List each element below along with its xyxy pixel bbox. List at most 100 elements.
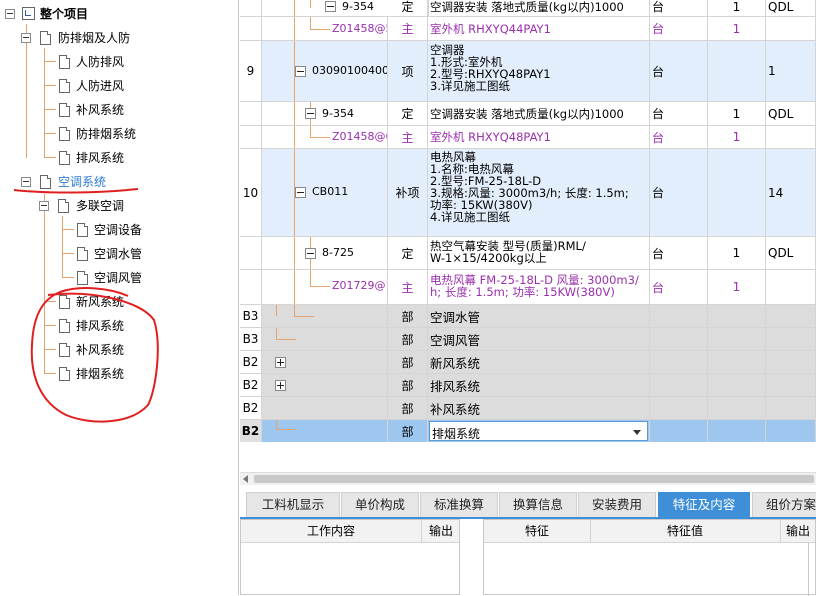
tab-features-content[interactable]: 特征及内容 [658,492,750,517]
tab-labor-material[interactable]: 工料机显示 [246,492,340,517]
code-cell[interactable]: Z01458@6 [262,126,388,148]
quantity-cell[interactable] [708,397,766,419]
code-cell[interactable] [262,305,388,327]
description-cell[interactable]: 新风系统 [428,351,650,373]
description-cell[interactable]: 电热风幕 FM-25-18L-D 风量: 3000m3/ h; 长度: 1.5m… [428,270,650,304]
quantity-cell[interactable]: 1 [708,0,766,16]
horizontal-scrollbar[interactable] [240,472,816,485]
quantity-cell[interactable]: 1 [708,237,766,269]
table-row[interactable]: B2 部 新风系统 [240,351,816,374]
row-number [240,102,262,125]
tab-standard-conversion[interactable]: 标准换算 [420,492,498,517]
document-icon [59,343,70,357]
document-icon [59,151,70,165]
unit-cell: 台 [650,17,708,40]
collapse-icon[interactable] [295,66,306,77]
quantity-cell[interactable] [708,374,766,396]
table-row[interactable]: 10 CB011 补项 电热风幕 1.名称:电热风幕 2.型号:FM-25-18… [240,149,816,237]
description-cell[interactable]: 热空气幕安装 型号(质量)RML/ W-1×15/4200kg以上 [428,237,650,269]
row-number: 10 [240,149,262,236]
tree-connector [44,109,56,110]
description-cell[interactable]: 空调器安装 落地式质量(kg以内)1000 [428,0,650,16]
description-cell[interactable]: 室外机 RHXYQ44PAY1 [428,17,650,40]
description-cell[interactable]: 电热风幕 1.名称:电热风幕 2.型号:FM-25-18L-D 3.规格:风量:… [428,149,650,236]
quantity-cell[interactable]: 1 [708,102,766,125]
tree-node-label: 空调水管 [94,247,143,261]
collapse-icon[interactable] [305,248,316,259]
type-cell: 定 [388,0,428,16]
code-cell[interactable]: 9-354 [262,102,388,125]
type-cell: 定 [388,237,428,269]
code-cell[interactable] [262,374,388,396]
tab-pricing-plan[interactable]: 组价方案 [752,492,816,517]
tree-node-smoke-civil[interactable]: 防排烟及人防 [0,27,238,49]
unit-cell: 台 [650,0,708,16]
quantity-cell[interactable]: 1 [708,17,766,40]
quantity-cell[interactable]: 1 [708,270,766,304]
table-row[interactable]: B2 部 补风系统 [240,397,816,420]
code-cell[interactable]: Z01458@5 [262,17,388,40]
type-cell: 主 [388,126,428,148]
quantity-cell[interactable] [708,328,766,350]
table-row[interactable]: 9-354 定 空调器安装 落地式质量(kg以内)1000 台 1 QDL [240,102,816,126]
description-cell[interactable]: 空调水管 [428,305,650,327]
code-cell[interactable] [262,351,388,373]
code-cell[interactable] [262,328,388,350]
tab-conversion-info[interactable]: 换算信息 [499,492,577,517]
description-cell[interactable]: 补风系统 [428,397,650,419]
tree-root[interactable]: 整个项目 [0,3,238,25]
tree-node-hvac[interactable]: 空调系统 [0,171,238,193]
scrollbar-thumb[interactable] [254,475,814,483]
table-row[interactable]: B3 部 空调水管 [240,305,816,328]
tab-install-fee[interactable]: 安装费用 [578,492,656,517]
table-row[interactable]: Z01458@6 主 室外机 RHXYQ48PAY1 台 1 [240,126,816,149]
collapse-icon[interactable] [295,187,306,198]
code-cell[interactable]: CB011 [262,149,388,236]
row-number [240,0,262,16]
table-row[interactable]: 9 030901004006 项 空调器 1.形式:室外机 2.型号:RHXYQ… [240,41,816,102]
description-cell[interactable]: 室外机 RHXYQ48PAY1 [428,126,650,148]
expand-icon[interactable] [275,357,286,368]
code-cell[interactable]: 8-725 [262,237,388,269]
description-select[interactable]: 排烟系统 [429,421,648,441]
code-cell[interactable]: Z01729@1 [262,270,388,304]
code-cell[interactable] [262,420,388,442]
scroll-left-icon[interactable] [243,475,248,483]
code-cell[interactable] [262,397,388,419]
unit-cell: 台 [650,126,708,148]
quantity-cell[interactable] [708,41,766,101]
collapse-icon[interactable] [325,1,336,12]
collapse-icon[interactable] [21,177,31,187]
code-cell[interactable]: 030901004006 [262,41,388,101]
quantity-cell[interactable] [708,305,766,327]
description-dropdown[interactable]: 排烟系统 [428,420,650,442]
description-cell[interactable]: 空调风管 [428,328,650,350]
chevron-down-icon[interactable] [633,430,641,435]
collapse-icon[interactable] [305,108,316,119]
table-row[interactable]: 8-725 定 热空气幕安装 型号(质量)RML/ W-1×15/4200kg以… [240,237,816,270]
document-icon [77,271,88,285]
bill-grid: 9-354 定 空调器安装 落地式质量(kg以内)1000 台 1 QDL Z0… [240,0,816,442]
row-number [240,126,262,148]
quantity-cell[interactable] [708,420,766,442]
description-cell[interactable]: 空调器安装 落地式质量(kg以内)1000 [428,102,650,125]
tree-node-multi-split[interactable]: 多联空调 [0,195,238,217]
description-cell[interactable]: 排风系统 [428,374,650,396]
quantity-cell[interactable]: 1 [708,126,766,148]
expand-icon[interactable] [275,380,286,391]
collapse-icon[interactable] [39,201,49,211]
table-row[interactable]: 9-354 定 空调器安装 落地式质量(kg以内)1000 台 1 QDL [240,0,816,17]
tab-unit-price[interactable]: 单价构成 [341,492,419,517]
row-number: B2 [240,397,262,419]
table-row[interactable]: B3 部 空调风管 [240,328,816,351]
collapse-icon[interactable] [21,33,31,43]
collapse-icon[interactable] [5,9,15,19]
quantity-cell[interactable] [708,351,766,373]
quantity-cell[interactable] [708,149,766,236]
table-row[interactable]: B2 部 排风系统 [240,374,816,397]
description-cell[interactable]: 空调器 1.形式:室外机 2.型号:RHXYQ48PAY1 3.详见施工图纸 [428,41,650,101]
table-row[interactable]: Z01729@1 主 电热风幕 FM-25-18L-D 风量: 3000m3/ … [240,270,816,305]
work-content-panel: 工作内容 输出 [240,519,460,595]
table-row-selected[interactable]: B2 部 排烟系统 [240,420,816,442]
table-row[interactable]: Z01458@5 主 室外机 RHXYQ44PAY1 台 1 [240,17,816,41]
